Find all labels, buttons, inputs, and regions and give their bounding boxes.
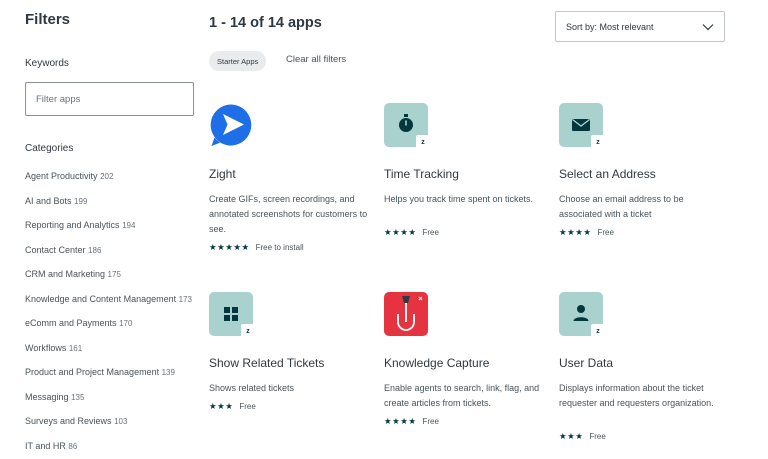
app-icon-tile <box>384 292 428 336</box>
clear-filters-link[interactable]: Clear all filters <box>286 54 346 65</box>
category-count: 86 <box>68 441 78 451</box>
app-name: Select an Address <box>559 167 656 181</box>
app-name: Time Tracking <box>384 167 459 181</box>
app-name: Knowledge Capture <box>384 356 490 370</box>
category-name: AI and Bots <box>25 195 72 206</box>
category-count: 199 <box>74 196 88 206</box>
rating-stars: ★★★★ <box>384 227 417 237</box>
app-description: Enable agents to search, link, flag, and… <box>384 383 540 408</box>
category-count: 139 <box>161 368 175 377</box>
category-count: 202 <box>100 172 114 181</box>
app-name: Show Related Tickets <box>209 356 325 370</box>
app-price: Free <box>597 228 614 237</box>
app-price: Free <box>589 432 606 441</box>
keywords-label: Keywords <box>25 58 69 69</box>
app-description: Shows related tickets <box>209 383 295 393</box>
app-price: Free <box>422 417 439 426</box>
app-description: Create GIFs, screen recordings, and anno… <box>209 194 368 234</box>
app-description: Displays information about the ticket re… <box>559 383 714 408</box>
rating-stars: ★★★★ <box>384 416 417 426</box>
app-name: Zight <box>209 167 236 181</box>
category-name: Product and Project Management <box>25 367 160 377</box>
app-rating: ★★★ Free <box>559 431 606 442</box>
app-name: User Data <box>559 356 614 370</box>
category-count: 161 <box>68 343 83 353</box>
app-price: Free to install <box>255 243 304 252</box>
app-card-select-an-address[interactable]: z Select an Address Choose an email addr… <box>559 103 725 243</box>
play-arrow-icon <box>210 104 252 146</box>
rating-stars: ★★★★ <box>559 227 592 237</box>
category-name: Contact Center <box>25 244 86 255</box>
category-count: 170 <box>119 319 133 328</box>
category-name: Messaging <box>25 391 69 402</box>
filter-apps-input[interactable] <box>25 82 194 116</box>
starter-apps-chip[interactable]: Starter Apps <box>209 51 267 71</box>
zight-logo <box>209 103 253 147</box>
zendesk-badge-icon: z <box>241 324 255 338</box>
filters-title: Filters <box>25 11 71 28</box>
category-item[interactable]: Product and Project Management 139 <box>25 365 200 380</box>
app-card-knowledge-capture[interactable]: Knowledge Capture Enable agents to searc… <box>384 292 550 432</box>
category-count: 135 <box>71 392 85 402</box>
category-item[interactable]: Workflows 161 <box>25 341 200 356</box>
category-name: Workflows <box>25 342 67 353</box>
category-item[interactable]: Agent Productivity 202 <box>25 169 200 184</box>
app-card-user-data[interactable]: z User Data Displays information about t… <box>559 292 725 452</box>
app-rating: ★★★★ Free <box>384 416 439 427</box>
rating-stars: ★★★ <box>209 401 234 411</box>
category-name: Reporting and Analytics <box>25 220 120 230</box>
category-item[interactable]: Messaging 135 <box>25 390 200 405</box>
app-description: Choose an email address to be associated… <box>559 194 684 219</box>
rating-stars: ★★★★★ <box>209 242 250 252</box>
category-name: IT and HR <box>25 440 66 451</box>
category-item[interactable]: Contact Center 186 <box>25 243 200 258</box>
app-rating: ★★★★★ Free to install <box>209 242 304 253</box>
rating-stars: ★★★ <box>559 431 584 441</box>
category-count: 186 <box>88 245 102 255</box>
category-count: 175 <box>107 270 121 279</box>
categories-label: Categories <box>25 143 74 154</box>
category-name: eComm and Payments <box>25 318 117 328</box>
category-name: Knowledge and Content Management <box>25 293 177 304</box>
category-item[interactable]: Knowledge and Content Management 173 <box>25 292 200 307</box>
app-card-time-tracking[interactable]: z Time Tracking Helps you track time spe… <box>384 103 550 243</box>
sort-dropdown[interactable]: Sort by: Most relevant <box>555 11 725 42</box>
app-card-zight[interactable]: Zight Create GIFs, screen recordings, an… <box>209 103 375 263</box>
category-item[interactable]: AI and Bots 199 <box>25 194 200 209</box>
sort-label: Sort by: Most relevant <box>566 21 654 32</box>
app-price: Free <box>422 228 439 237</box>
app-card-show-related-tickets[interactable]: z Show Related Tickets Shows related tic… <box>209 292 375 422</box>
category-name: CRM and Marketing <box>25 269 106 279</box>
zendesk-badge-icon: z <box>591 135 605 149</box>
category-item[interactable]: Reporting and Analytics 194 <box>25 218 200 233</box>
app-rating: ★★★★ Free <box>559 227 614 238</box>
zendesk-badge-icon: z <box>416 135 430 149</box>
app-rating: ★★★ Free <box>209 401 256 412</box>
category-name: Agent Productivity <box>25 171 98 181</box>
category-list: Agent Productivity 202 AI and Bots 199 R… <box>25 169 200 459</box>
app-description: Helps you track time spent on tickets. <box>384 194 534 204</box>
hook-icon <box>397 296 423 331</box>
category-item[interactable]: CRM and Marketing 175 <box>25 267 200 282</box>
chevron-down-icon <box>702 23 714 30</box>
category-item[interactable]: IT and HR 86 <box>25 439 200 454</box>
category-count: 103 <box>114 417 128 426</box>
app-rating: ★★★★ Free <box>384 227 439 238</box>
category-item[interactable]: eComm and Payments 170 <box>25 316 200 331</box>
results-count: 1 - 14 of 14 apps <box>209 15 322 31</box>
category-name: Surveys and Reviews <box>25 416 112 426</box>
app-price: Free <box>239 402 256 411</box>
category-item[interactable]: Surveys and Reviews 103 <box>25 414 200 429</box>
zendesk-badge-icon: z <box>591 324 605 338</box>
category-count: 194 <box>122 221 136 230</box>
category-count: 173 <box>178 294 192 304</box>
